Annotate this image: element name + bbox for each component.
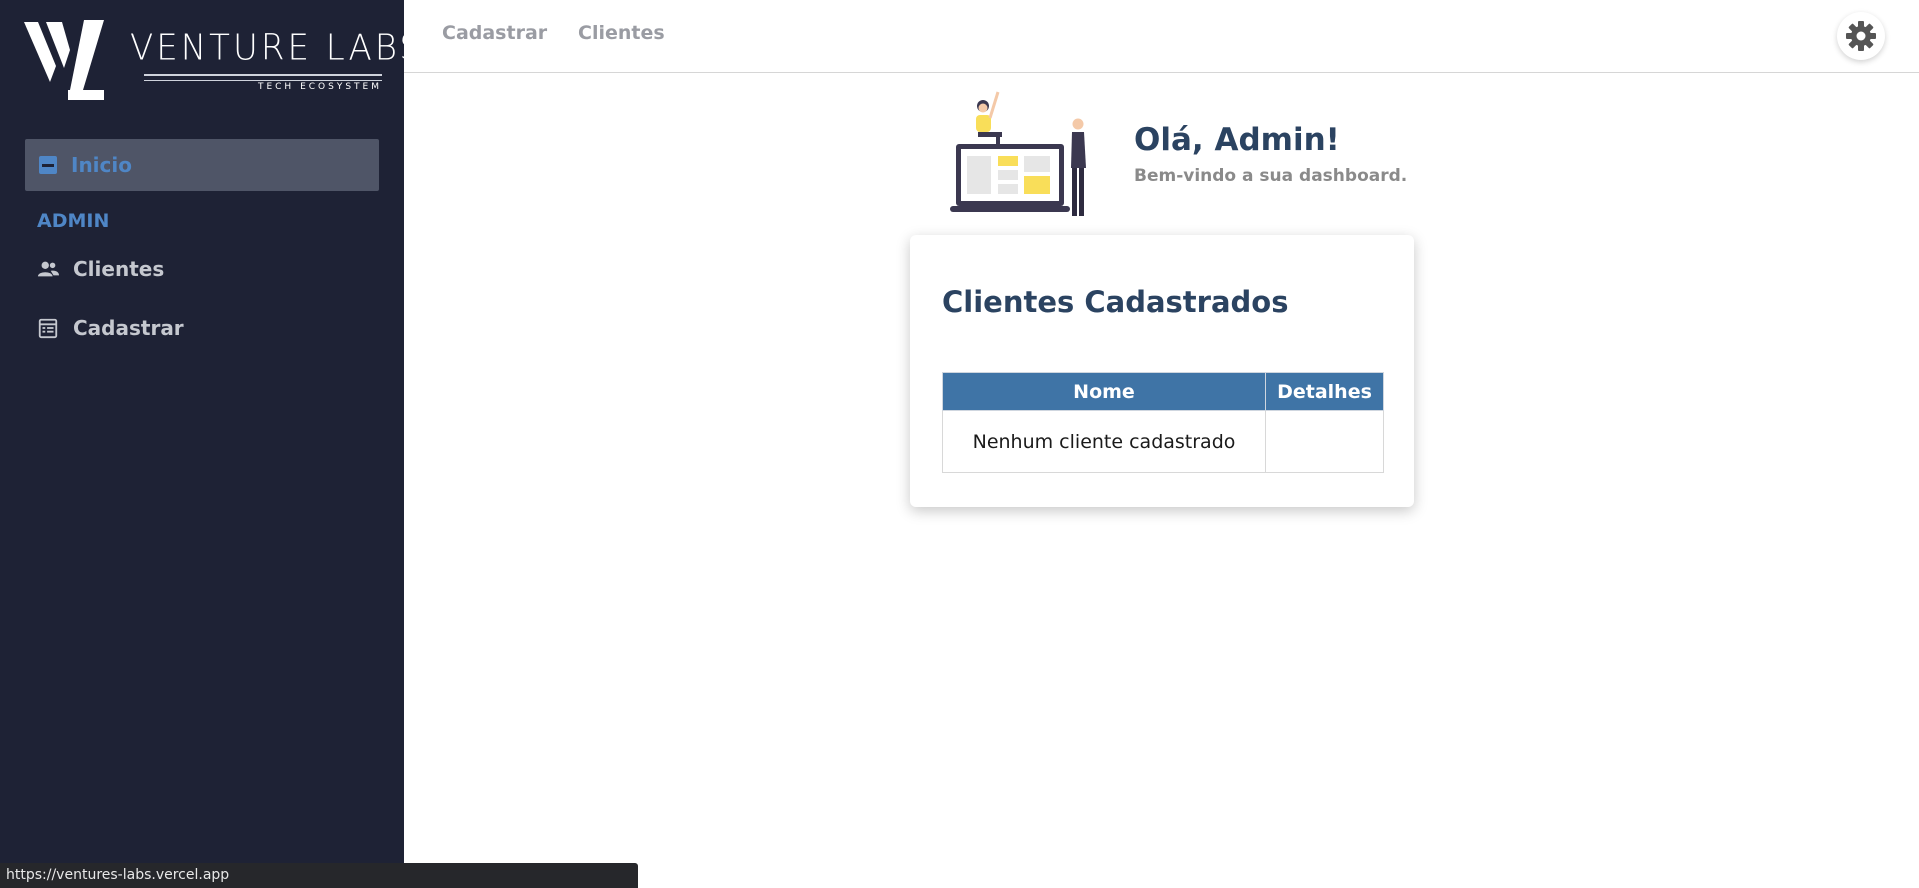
sidebar-item-cadastrar[interactable]: Cadastrar [37,316,184,340]
column-header-nome: Nome [942,372,1266,411]
clients-card: Clientes Cadastrados Nome Detalhes Nenhu… [910,235,1414,507]
sidebar-item-clientes[interactable]: Clientes [37,257,164,281]
table-header-row: Nome Detalhes [942,372,1384,411]
card-title: Clientes Cadastrados [942,285,1289,319]
nav-link-cadastrar[interactable]: Cadastrar [442,22,547,44]
nav-link-clientes[interactable]: Clientes [578,22,665,44]
link-preview-statusbar: https://ventures-labs.vercel.app [0,863,638,888]
sidebar-item-label: Clientes [73,257,165,281]
top-navbar: Cadastrar Clientes [404,0,1919,73]
logo-divider [144,74,382,76]
dashboard-illustration [950,91,1086,216]
users-icon [37,261,59,277]
settings-button[interactable] [1837,12,1885,60]
form-icon [38,318,58,339]
table-cell-empty [1265,410,1384,473]
sidebar-item-label: Inicio [71,153,132,177]
gear-icon [1846,21,1876,51]
greeting-subtitle: Bem-vindo a sua dashboard. [1134,166,1408,186]
sidebar-item-inicio[interactable]: Inicio [25,139,379,191]
sidebar-section-admin: ADMIN [37,210,110,232]
brand-logo[interactable]: VENTURE LABS TECH ECOSYSTEM [24,20,421,104]
clients-table: Nome Detalhes Nenhum cliente cadastrado [942,372,1384,473]
empty-table-message: Nenhum cliente cadastrado [942,410,1266,473]
greeting-title: Olá, Admin! [1134,122,1340,158]
brand-tagline: TECH ECOSYSTEM [257,82,382,92]
brand-name: VENTURE LABS [130,27,424,69]
sidebar: VENTURE LABS TECH ECOSYSTEM Inicio ADMIN… [0,0,421,888]
logo-mark-icon [24,20,104,100]
column-header-detalhes: Detalhes [1265,372,1384,411]
table-row: Nenhum cliente cadastrado [942,410,1384,473]
sidebar-item-label: Cadastrar [73,316,184,340]
logo-divider-thin [144,80,382,81]
minus-square-icon [39,156,57,174]
